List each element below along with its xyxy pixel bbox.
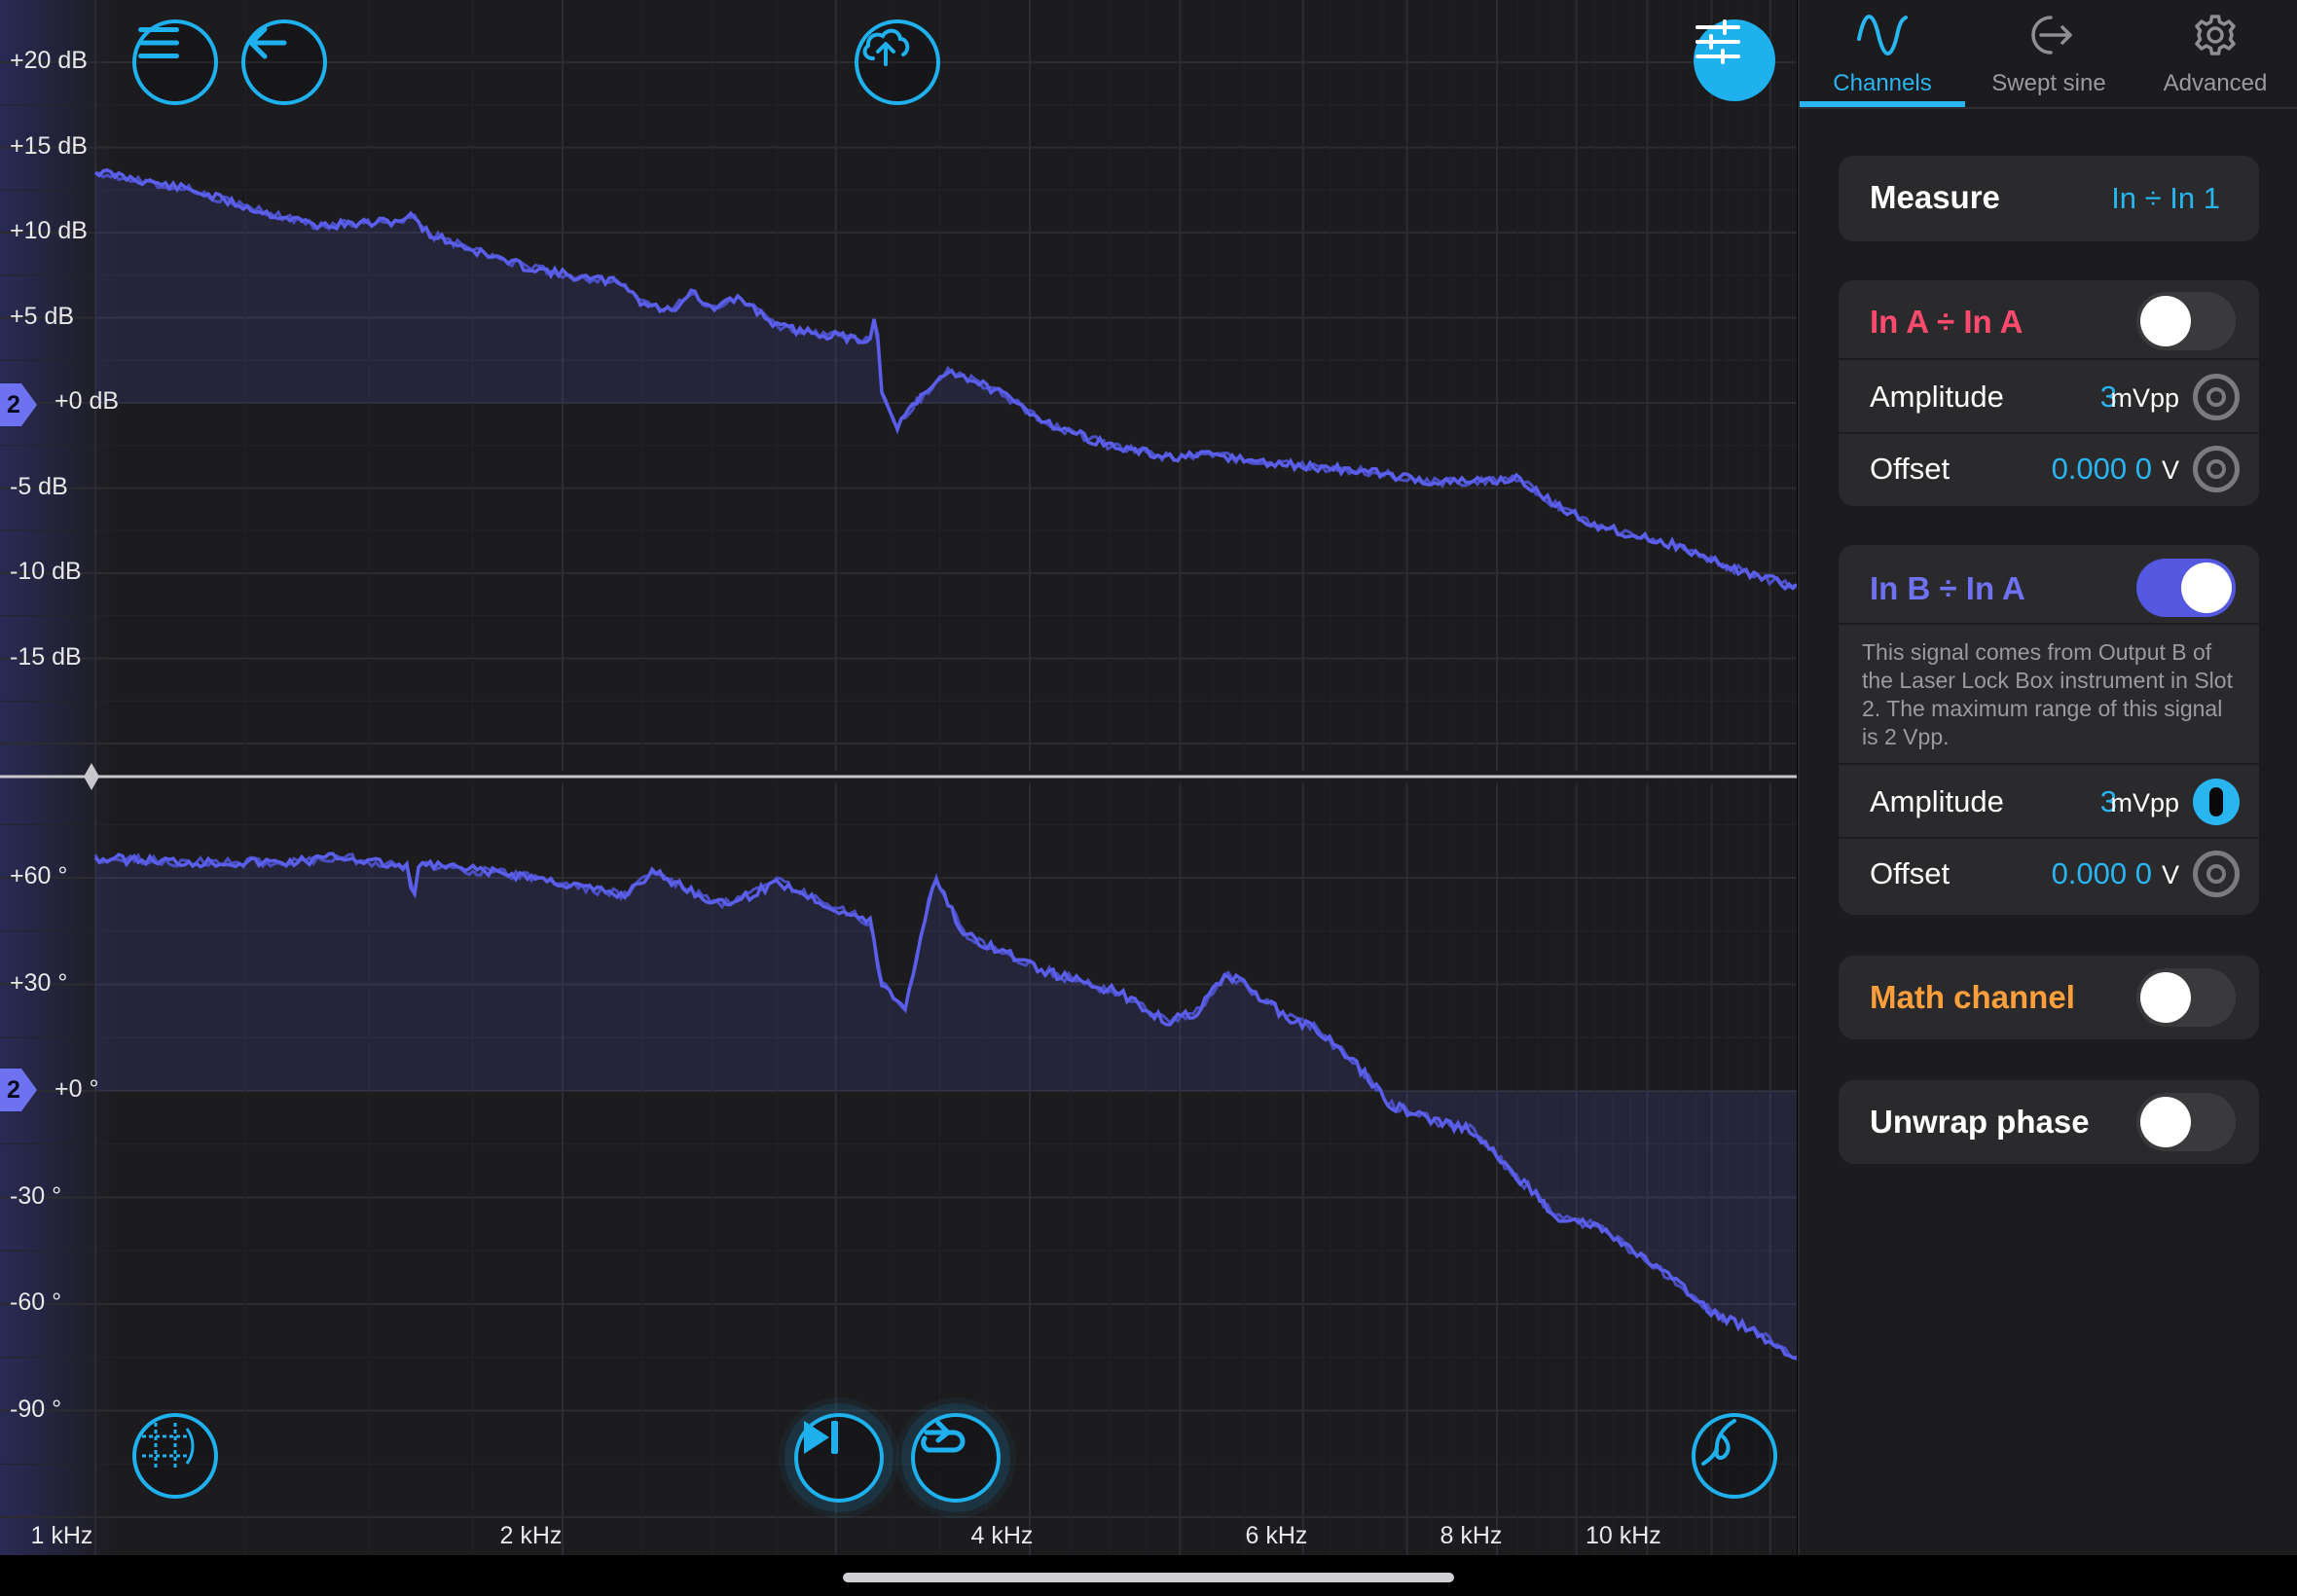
math-channel-card: Math channel xyxy=(1839,956,2259,1039)
unwrap-phase-title: Unwrap phase xyxy=(1870,1104,2090,1140)
magnitude-tick-label: +20 dB xyxy=(10,47,88,74)
math-channel-title: Math channel xyxy=(1870,979,2075,1015)
in-b-amplitude-unit: mVpp xyxy=(2110,788,2179,817)
in-b-card: In B ÷ In A This signal comes from Outpu… xyxy=(1839,545,2259,915)
home-indicator[interactable] xyxy=(843,1573,1454,1582)
bode-plot[interactable]: +20 dB +15 dB +10 dB +5 dB +0 dB -5 dB -10 dB -… xyxy=(0,0,1797,1555)
tab-advanced[interactable]: Advanced xyxy=(2133,0,2297,107)
hamburger-menu-icon xyxy=(138,27,179,58)
in-b-offset-label: Offset xyxy=(1870,856,1951,890)
tab-channels[interactable]: Channels xyxy=(1800,0,1965,107)
swept-sine-icon xyxy=(2031,16,2072,54)
magnitude-marker-label: 2 xyxy=(7,391,20,418)
bode-plot-canvas[interactable] xyxy=(0,0,1797,1555)
in-a-offset-row: Offset 0.000 0 V xyxy=(1839,434,2259,506)
in-a-toggle[interactable] xyxy=(2136,292,2236,350)
active-tab-indicator xyxy=(1800,101,1965,107)
phase-tick-label: -60 ° xyxy=(10,1288,62,1316)
measure-card[interactable]: Measure In ÷ In 1 xyxy=(1839,156,2259,241)
tab-swept-sine-label: Swept sine xyxy=(1991,70,2106,96)
frequency-tick-label: 6 kHz xyxy=(1245,1522,1308,1549)
phase-tick-label: +30 ° xyxy=(10,968,68,997)
in-a-offset-label: Offset xyxy=(1870,452,1951,486)
in-a-title: In A ÷ In A xyxy=(1870,304,2024,340)
phase-fill xyxy=(95,853,1797,1359)
cloud-upload-icon xyxy=(862,28,910,66)
magnitude-fill xyxy=(95,169,1797,403)
frequency-tick-label: 10 kHz xyxy=(1586,1522,1661,1549)
phase-tick-label: -90 ° xyxy=(10,1395,62,1423)
magnitude-tick-label: +10 dB xyxy=(10,217,88,244)
magnitude-tick-label: +15 dB xyxy=(10,131,88,160)
single-sweep-button[interactable] xyxy=(794,1413,884,1503)
phase-tick-label: +60 ° xyxy=(10,862,68,889)
unwrap-phase-card: Unwrap phase xyxy=(1839,1080,2259,1164)
skip-forward-icon xyxy=(804,1421,838,1454)
in-b-offset-row: Offset 0.000 0 V xyxy=(1839,839,2259,911)
magnitude-tick-label: -5 dB xyxy=(10,472,68,500)
frequency-tick-label: 2 kHz xyxy=(499,1522,563,1549)
probe-button[interactable] xyxy=(1692,1413,1777,1499)
frequency-tick-label: 1 kHz xyxy=(30,1522,93,1549)
in-a-amplitude-row: Amplitude 3 mVpp xyxy=(1839,360,2259,432)
in-b-amplitude-label: Amplitude xyxy=(1870,784,2004,818)
tab-advanced-label: Advanced xyxy=(2163,70,2268,96)
in-a-offset-knob[interactable] xyxy=(2193,446,2240,492)
gear-icon xyxy=(2195,15,2236,55)
frequency-tick-label: 8 kHz xyxy=(1440,1522,1503,1549)
arrow-left-icon xyxy=(248,26,287,59)
in-b-offset-knob[interactable] xyxy=(2193,851,2240,897)
phase-tick-label: -30 ° xyxy=(10,1181,62,1210)
in-a-card: In A ÷ In A Amplitude 3 mVpp Offset 0.00… xyxy=(1839,280,2259,506)
back-button[interactable] xyxy=(241,19,327,105)
crosshair-grid-icon xyxy=(142,1423,195,1469)
tab-swept-sine[interactable]: Swept sine xyxy=(1966,0,2132,107)
menu-button[interactable] xyxy=(132,19,218,105)
in-a-offset-value[interactable]: 0.000 0 xyxy=(2052,452,2152,487)
sine-wave-icon xyxy=(1857,15,1908,55)
in-b-title: In B ÷ In A xyxy=(1870,570,2025,606)
math-channel-toggle[interactable] xyxy=(2136,968,2236,1027)
unwrap-phase-toggle[interactable] xyxy=(2136,1093,2236,1151)
tab-channels-label: Channels xyxy=(1833,70,1932,96)
in-a-amplitude-knob[interactable] xyxy=(2193,374,2240,420)
grid-button[interactable] xyxy=(132,1413,218,1499)
magnitude-tick-label: -15 dB xyxy=(10,642,82,671)
in-b-amplitude-row: Amplitude 3 mVpp xyxy=(1839,765,2259,837)
in-b-description: This signal comes from Output B of the L… xyxy=(1862,639,2233,749)
frequency-tick-label: 4 kHz xyxy=(970,1522,1034,1549)
sliders-icon xyxy=(1695,19,1740,64)
bottom-bar xyxy=(0,1555,2297,1596)
magnitude-tick-label: +5 dB xyxy=(10,302,75,330)
magnitude-tick-label: +0 dB xyxy=(55,387,120,415)
in-a-amplitude-unit: mVpp xyxy=(2110,383,2179,413)
in-b-offset-unit: V xyxy=(2161,860,2179,889)
panel-tabs: Channels Swept sine Advanced xyxy=(1800,0,2297,109)
phase-marker-label: 2 xyxy=(7,1076,20,1104)
measure-label: Measure xyxy=(1870,179,2000,215)
in-b-offset-value[interactable]: 0.000 0 xyxy=(2052,856,2152,891)
settings-panel: Channels Swept sine Advanced Measure In … xyxy=(1798,0,2297,1555)
in-b-header-row: In B ÷ In A xyxy=(1839,545,2259,623)
upload-button[interactable] xyxy=(855,19,940,105)
in-a-header-row: In A ÷ In A xyxy=(1839,280,2259,358)
phase-tick-label: +0 ° xyxy=(55,1075,99,1103)
settings-button[interactable] xyxy=(1694,19,1775,101)
repeat-icon xyxy=(921,1420,966,1453)
continuous-sweep-button[interactable] xyxy=(911,1413,1001,1503)
magnitude-tick-label: -10 dB xyxy=(10,558,82,585)
in-b-amplitude-knob[interactable] xyxy=(2193,779,2240,825)
measure-value[interactable]: In ÷ In 1 xyxy=(2111,181,2220,216)
in-a-offset-unit: V xyxy=(2161,455,2179,485)
in-a-amplitude-label: Amplitude xyxy=(1870,380,2004,414)
probe-icon xyxy=(1701,1419,1736,1466)
in-b-toggle[interactable] xyxy=(2136,559,2236,617)
